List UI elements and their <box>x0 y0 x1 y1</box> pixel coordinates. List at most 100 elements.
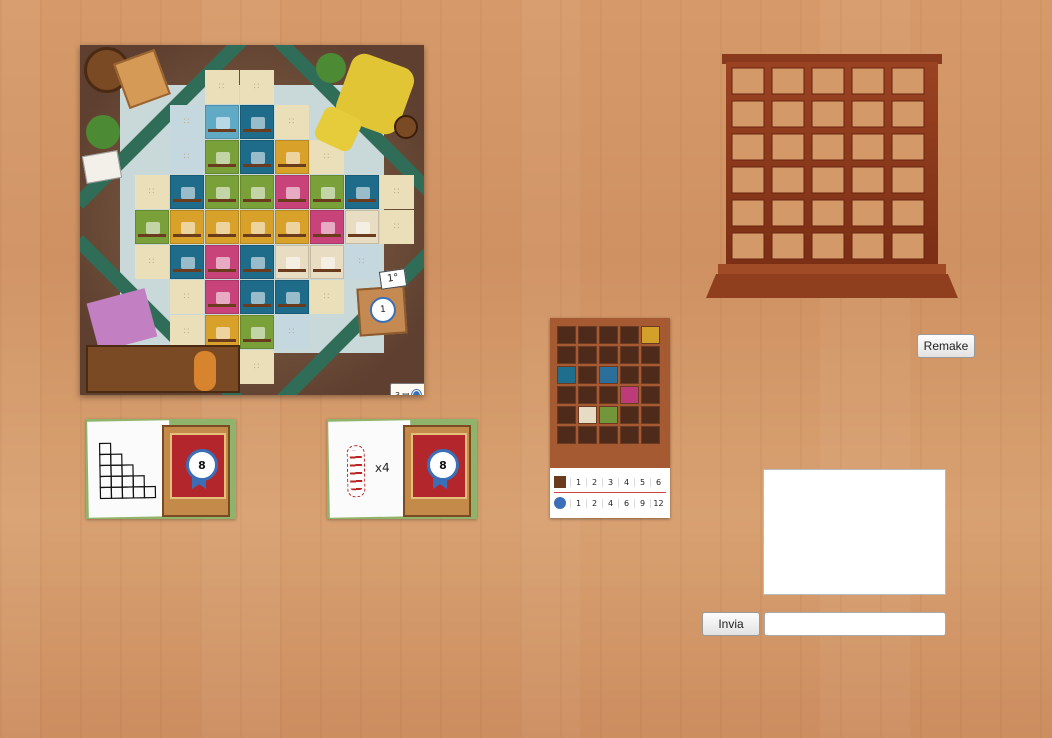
board-space[interactable]: ∷ <box>275 315 309 349</box>
bookcase-slot[interactable] <box>891 100 925 128</box>
shelf-slot[interactable] <box>578 346 597 364</box>
book-tile[interactable] <box>205 245 239 279</box>
bookcase-slot[interactable] <box>731 232 765 260</box>
bookcase-slot[interactable] <box>851 232 885 260</box>
shelf-slot[interactable] <box>557 426 576 444</box>
bookcase-slot[interactable] <box>771 133 805 161</box>
bookcase-slot[interactable] <box>811 166 845 194</box>
book-tile[interactable] <box>310 210 344 244</box>
book-tile[interactable] <box>275 175 309 209</box>
send-button[interactable]: Invia <box>702 612 760 636</box>
shelf-tile[interactable] <box>578 406 597 424</box>
board-space[interactable]: ∷ <box>380 210 414 244</box>
shelf-slot[interactable] <box>599 426 618 444</box>
bookcase-slot[interactable] <box>851 67 885 95</box>
shelf-tile[interactable] <box>641 326 660 344</box>
board-space[interactable]: ∷ <box>275 105 309 139</box>
bookcase-slot[interactable] <box>891 232 925 260</box>
book-tile[interactable] <box>310 175 344 209</box>
book-tile[interactable] <box>205 315 239 349</box>
book-tile[interactable] <box>135 210 169 244</box>
book-tile[interactable] <box>205 175 239 209</box>
objective-card-staircase[interactable]: 8 <box>86 419 236 519</box>
board-space[interactable]: ∷ <box>380 175 414 209</box>
book-tile[interactable] <box>205 210 239 244</box>
bookcase-slot[interactable] <box>731 133 765 161</box>
shelf-slot[interactable] <box>620 346 639 364</box>
bookcase-slot[interactable] <box>811 67 845 95</box>
bookcase-slot[interactable] <box>891 199 925 227</box>
book-tile[interactable] <box>275 280 309 314</box>
book-tile[interactable] <box>205 140 239 174</box>
board-space[interactable]: ∷ <box>170 140 204 174</box>
shelf-slot[interactable] <box>557 386 576 404</box>
shelf-slot[interactable] <box>641 386 660 404</box>
shelf-slot[interactable] <box>578 366 597 384</box>
book-tile[interactable] <box>240 175 274 209</box>
shelf-slot[interactable] <box>578 386 597 404</box>
bookcase-slot[interactable] <box>811 100 845 128</box>
shelf-slot[interactable] <box>641 346 660 364</box>
bookcase-slot[interactable] <box>731 199 765 227</box>
bookcase-slot[interactable] <box>891 166 925 194</box>
shelf-slot[interactable] <box>641 426 660 444</box>
board-space[interactable]: ∷ <box>205 70 239 104</box>
bookcase-slot[interactable] <box>851 100 885 128</box>
bookcase-slot[interactable] <box>731 67 765 95</box>
book-tile[interactable] <box>275 140 309 174</box>
book-tile[interactable] <box>170 210 204 244</box>
chat-log[interactable] <box>763 469 946 595</box>
personal-shelf-grid[interactable] <box>557 326 660 444</box>
bookcase-slot[interactable] <box>811 199 845 227</box>
book-tile[interactable] <box>345 175 379 209</box>
bookcase-slot[interactable] <box>771 67 805 95</box>
bookcase-slot[interactable] <box>851 199 885 227</box>
book-tile[interactable] <box>275 210 309 244</box>
shelf-slot[interactable] <box>578 426 597 444</box>
bookcase-slot[interactable] <box>851 133 885 161</box>
objective-card-column[interactable]: x4 8 <box>327 419 477 519</box>
book-tile[interactable] <box>275 245 309 279</box>
board-space[interactable]: ∷ <box>170 105 204 139</box>
shelf-slot[interactable] <box>641 406 660 424</box>
book-tile[interactable] <box>205 280 239 314</box>
board-space[interactable]: ∷ <box>170 280 204 314</box>
shelf-slot[interactable] <box>641 366 660 384</box>
shelf-slot[interactable] <box>557 346 576 364</box>
bookcase-slot[interactable] <box>811 232 845 260</box>
shelf-slot[interactable] <box>599 386 618 404</box>
book-tile[interactable] <box>240 245 274 279</box>
remake-button[interactable]: Remake <box>917 334 975 358</box>
bookcase-slot[interactable] <box>771 232 805 260</box>
book-tile[interactable] <box>170 245 204 279</box>
book-tile[interactable] <box>240 210 274 244</box>
board-space[interactable]: ∷ <box>240 70 274 104</box>
book-tile[interactable] <box>310 245 344 279</box>
board-space[interactable]: ∷ <box>345 245 379 279</box>
board-space[interactable]: ∷ <box>310 280 344 314</box>
shelf-tile[interactable] <box>557 366 576 384</box>
book-tile[interactable] <box>345 210 379 244</box>
bookcase-slot[interactable] <box>771 100 805 128</box>
board-space[interactable]: ∷ <box>170 315 204 349</box>
book-tile[interactable] <box>170 175 204 209</box>
shelf-slot[interactable] <box>557 326 576 344</box>
bookcase-slot[interactable] <box>771 166 805 194</box>
bookcase-slot[interactable] <box>851 166 885 194</box>
bookcase-slot[interactable] <box>811 133 845 161</box>
shelf-slot[interactable] <box>599 326 618 344</box>
shelf-slot[interactable] <box>599 346 618 364</box>
book-tile[interactable] <box>240 280 274 314</box>
shelf-tile[interactable] <box>599 406 618 424</box>
shelf-slot[interactable] <box>620 406 639 424</box>
book-tile[interactable] <box>240 315 274 349</box>
shelf-tile[interactable] <box>620 386 639 404</box>
book-tile[interactable] <box>240 105 274 139</box>
shelf-tile[interactable] <box>599 366 618 384</box>
bookcase-slot[interactable] <box>771 199 805 227</box>
bookcase-slot[interactable] <box>731 100 765 128</box>
shelf-slot[interactable] <box>578 326 597 344</box>
board-space[interactable]: ∷ <box>240 350 274 384</box>
shelf-slot[interactable] <box>620 366 639 384</box>
book-tile[interactable] <box>240 140 274 174</box>
